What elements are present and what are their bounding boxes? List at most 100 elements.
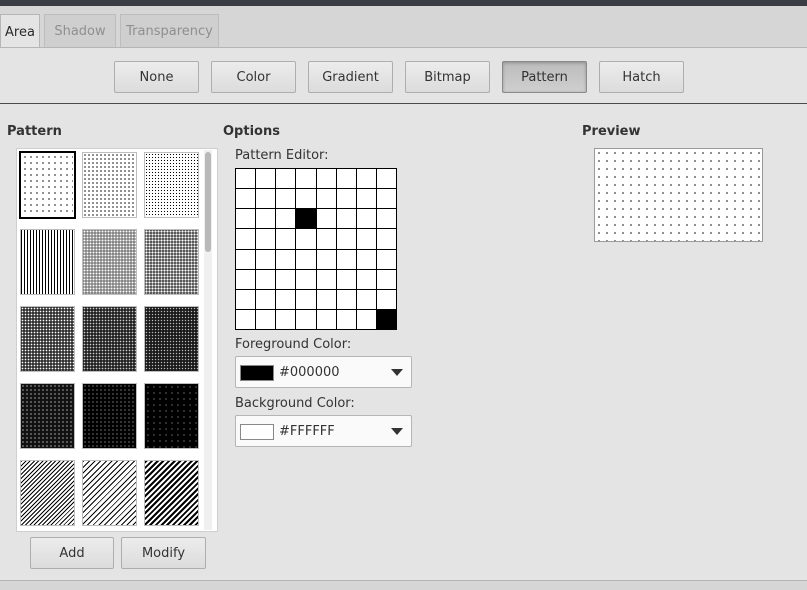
editor-cell[interactable] — [316, 249, 336, 269]
editor-cell[interactable] — [256, 189, 276, 209]
add-button[interactable]: Add — [30, 537, 114, 569]
editor-cell[interactable] — [236, 169, 256, 189]
editor-cell[interactable] — [316, 269, 336, 289]
editor-cell[interactable] — [296, 209, 316, 229]
pattern-swatch[interactable] — [82, 460, 137, 526]
fill-hatch-button[interactable]: Hatch — [599, 61, 684, 93]
editor-cell[interactable] — [376, 209, 396, 229]
editor-cell[interactable] — [316, 209, 336, 229]
editor-cell[interactable] — [316, 169, 336, 189]
editor-cell[interactable] — [276, 289, 296, 309]
background-color-label: Background Color: — [235, 396, 355, 411]
foreground-color-label: Foreground Color: — [235, 337, 352, 352]
editor-cell[interactable] — [336, 309, 356, 329]
pattern-swatch[interactable] — [144, 383, 199, 449]
editor-cell[interactable] — [316, 309, 336, 329]
editor-cell[interactable] — [356, 249, 376, 269]
editor-cell[interactable] — [336, 249, 356, 269]
preview-section-title: Preview — [582, 124, 641, 139]
editor-cell[interactable] — [336, 189, 356, 209]
divider — [0, 103, 807, 104]
pattern-swatch[interactable] — [82, 152, 137, 218]
pattern-list[interactable] — [16, 148, 218, 532]
pattern-swatch[interactable] — [82, 229, 137, 295]
editor-cell[interactable] — [336, 289, 356, 309]
pattern-swatch[interactable] — [82, 383, 137, 449]
pattern-list-scrollbar[interactable] — [204, 150, 212, 530]
foreground-color-dropdown[interactable]: #000000 — [235, 356, 412, 388]
fill-pattern-button[interactable]: Pattern — [502, 61, 587, 93]
editor-cell[interactable] — [276, 189, 296, 209]
editor-cell[interactable] — [276, 269, 296, 289]
tab-shadow[interactable]: Shadow — [44, 14, 116, 48]
editor-cell[interactable] — [376, 249, 396, 269]
editor-cell[interactable] — [256, 209, 276, 229]
tab-area[interactable]: Area — [0, 14, 40, 49]
editor-cell[interactable] — [356, 229, 376, 249]
editor-cell[interactable] — [356, 309, 376, 329]
editor-cell[interactable] — [236, 229, 256, 249]
editor-cell[interactable] — [336, 209, 356, 229]
editor-cell[interactable] — [256, 169, 276, 189]
pattern-swatch[interactable] — [19, 151, 76, 219]
editor-cell[interactable] — [236, 249, 256, 269]
editor-cell[interactable] — [296, 269, 316, 289]
pattern-swatch[interactable] — [144, 460, 199, 526]
pattern-swatch[interactable] — [144, 152, 199, 218]
background-color-dropdown[interactable]: #FFFFFF — [235, 415, 412, 447]
pattern-swatch[interactable] — [20, 383, 75, 449]
editor-cell[interactable] — [356, 289, 376, 309]
editor-cell[interactable] — [236, 189, 256, 209]
editor-cell[interactable] — [336, 269, 356, 289]
editor-cell[interactable] — [376, 309, 396, 329]
pattern-swatch[interactable] — [20, 306, 75, 372]
editor-cell[interactable] — [276, 209, 296, 229]
editor-cell[interactable] — [256, 269, 276, 289]
editor-cell[interactable] — [356, 269, 376, 289]
editor-cell[interactable] — [376, 169, 396, 189]
pattern-swatch[interactable] — [20, 229, 75, 295]
editor-cell[interactable] — [316, 189, 336, 209]
editor-cell[interactable] — [376, 289, 396, 309]
editor-cell[interactable] — [276, 249, 296, 269]
fill-none-button[interactable]: None — [114, 61, 199, 93]
editor-cell[interactable] — [376, 189, 396, 209]
editor-cell[interactable] — [236, 309, 256, 329]
editor-cell[interactable] — [316, 289, 336, 309]
editor-cell[interactable] — [316, 229, 336, 249]
editor-cell[interactable] — [276, 169, 296, 189]
editor-cell[interactable] — [376, 229, 396, 249]
pattern-swatch[interactable] — [82, 306, 137, 372]
editor-cell[interactable] — [356, 209, 376, 229]
editor-cell[interactable] — [256, 249, 276, 269]
scrollbar-thumb[interactable] — [205, 152, 211, 252]
editor-cell[interactable] — [236, 209, 256, 229]
editor-cell[interactable] — [296, 189, 316, 209]
editor-cell[interactable] — [296, 309, 316, 329]
editor-cell[interactable] — [296, 229, 316, 249]
fill-bitmap-button[interactable]: Bitmap — [405, 61, 490, 93]
pattern-swatch[interactable] — [20, 460, 75, 526]
editor-cell[interactable] — [296, 289, 316, 309]
fill-gradient-button[interactable]: Gradient — [308, 61, 393, 93]
editor-cell[interactable] — [276, 309, 296, 329]
editor-cell[interactable] — [256, 309, 276, 329]
fill-color-button[interactable]: Color — [211, 61, 296, 93]
editor-cell[interactable] — [236, 269, 256, 289]
editor-cell[interactable] — [336, 169, 356, 189]
editor-cell[interactable] — [336, 229, 356, 249]
editor-cell[interactable] — [356, 169, 376, 189]
editor-cell[interactable] — [236, 289, 256, 309]
editor-cell[interactable] — [276, 229, 296, 249]
editor-cell[interactable] — [296, 249, 316, 269]
pattern-editor-grid[interactable] — [235, 168, 397, 330]
pattern-swatch[interactable] — [144, 306, 199, 372]
tab-transparency[interactable]: Transparency — [120, 14, 219, 48]
editor-cell[interactable] — [376, 269, 396, 289]
editor-cell[interactable] — [296, 169, 316, 189]
editor-cell[interactable] — [256, 289, 276, 309]
pattern-swatch[interactable] — [144, 229, 199, 295]
editor-cell[interactable] — [356, 189, 376, 209]
modify-button[interactable]: Modify — [121, 537, 206, 569]
editor-cell[interactable] — [256, 229, 276, 249]
